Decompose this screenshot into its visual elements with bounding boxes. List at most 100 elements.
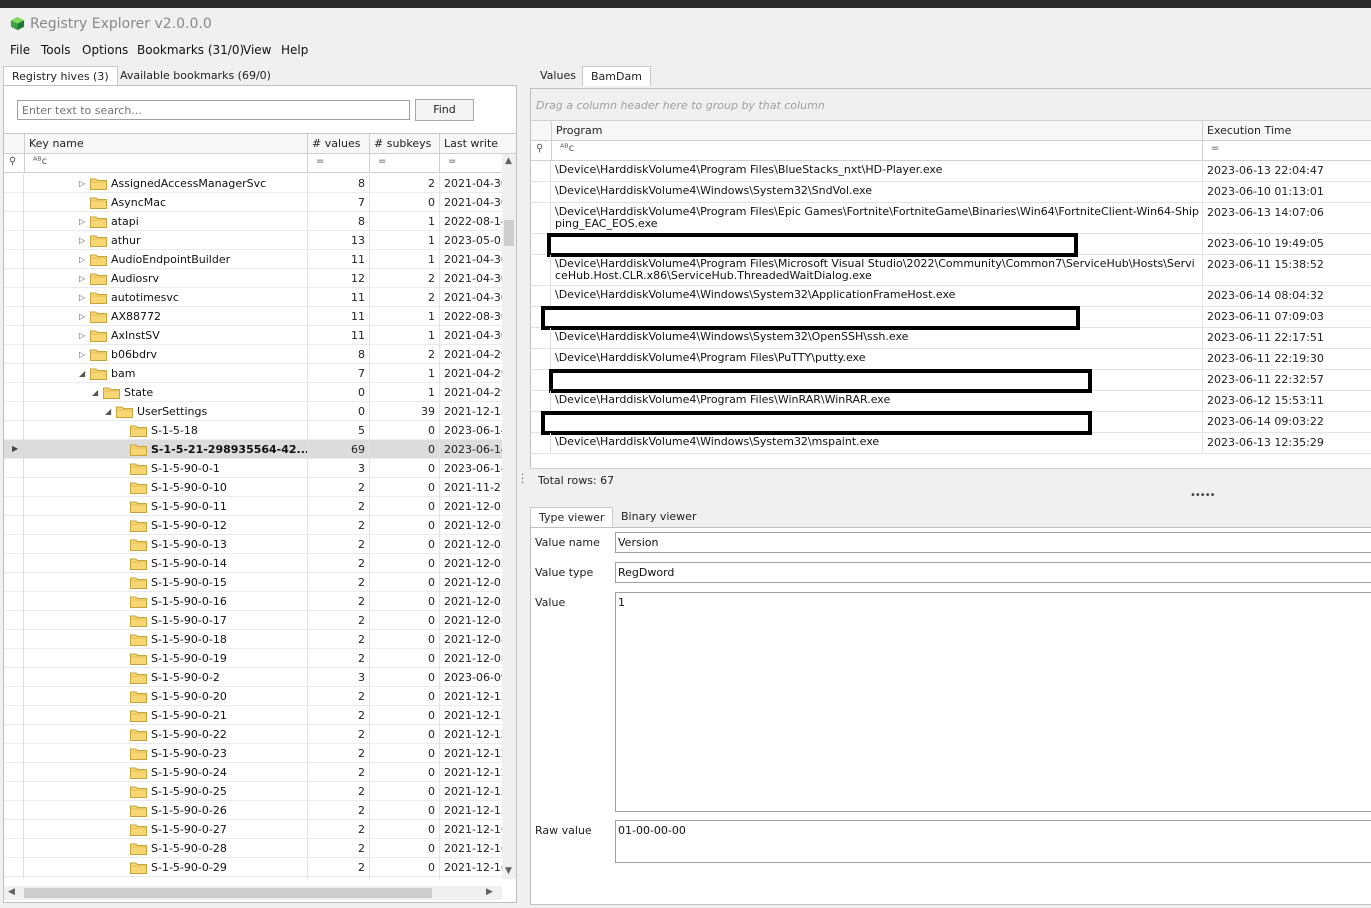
find-button[interactable]: Find xyxy=(415,99,474,121)
horizontal-splitter-grip-icon[interactable]: ••••• xyxy=(1190,490,1215,501)
tree-row[interactable]: ▷ AssignedAccessManagerSvc 8 2 2021-04-30 xyxy=(4,174,502,193)
tree-row[interactable]: ▷ atapi 8 1 2022-08-14 xyxy=(4,212,502,231)
collapse-arrow-icon[interactable]: ◢ xyxy=(79,369,85,378)
value-type-field[interactable]: RegDword xyxy=(615,562,1371,583)
tree-row[interactable]: ▷ autotimesvc 11 2 2021-04-30 xyxy=(4,288,502,307)
filter-key-name[interactable]: ᴬᴮc xyxy=(24,154,307,173)
scroll-right-arrow-icon[interactable]: ▶ xyxy=(486,887,493,897)
bam-filter-pin-icon[interactable]: ⚲ xyxy=(531,141,551,160)
tree-row[interactable]: S-1-5-90-0-23 2 0 2021-12-12 xyxy=(4,744,502,763)
menu-help[interactable]: Help xyxy=(281,43,308,57)
column-values[interactable]: # values xyxy=(307,134,369,154)
bamdam-row[interactable]: \Device\HarddiskVolume4\Windows\System32… xyxy=(531,433,1371,454)
tab-registry-hives[interactable]: Registry hives (3) xyxy=(3,66,118,86)
menu-options[interactable]: Options xyxy=(82,43,128,57)
bamdam-row[interactable]: 2023-06-11 07:09:03 xyxy=(531,306,1371,330)
tree-row[interactable]: S-1-5-90-0-17 2 0 2021-12-08 xyxy=(4,611,502,630)
splitter-grip-icon[interactable]: · · · xyxy=(521,471,524,489)
tree-row[interactable]: S-1-5-90-0-24 2 0 2021-12-12 xyxy=(4,763,502,782)
tab-binary-viewer[interactable]: Binary viewer xyxy=(613,507,704,527)
tree-row[interactable]: AsyncMac 7 0 2021-04-30 xyxy=(4,193,502,212)
tree-row[interactable]: S-1-5-90-0-22 2 0 2021-12-12 xyxy=(4,725,502,744)
tree-row[interactable]: S-1-5-90-0-11 2 0 2021-12-02 xyxy=(4,497,502,516)
expand-arrow-icon[interactable]: ▷ xyxy=(79,179,85,188)
tree-row[interactable]: S-1-5-90-0-3302023-06-10 xyxy=(4,877,502,879)
value-name-field[interactable]: Version xyxy=(615,532,1371,553)
bamdam-row[interactable]: \Device\HarddiskVolume4\Windows\System32… xyxy=(531,286,1371,307)
scroll-up-arrow-icon[interactable]: ▲ xyxy=(505,156,512,166)
expand-arrow-icon[interactable]: ▷ xyxy=(79,255,85,264)
menu-file[interactable]: File xyxy=(10,43,30,57)
filter-execution-time[interactable]: = xyxy=(1202,141,1371,160)
tree-row[interactable]: ▷ AxInstSV 11 1 2021-04-30 xyxy=(4,326,502,345)
tree-row[interactable]: S-1-5-90-0-19 2 0 2021-12-08 xyxy=(4,649,502,668)
tree-hscroll-thumb[interactable] xyxy=(24,888,432,898)
tree-row[interactable]: S-1-5-90-0-1 3 0 2023-06-14 xyxy=(4,459,502,478)
bamdam-row[interactable]: \Device\HarddiskVolume4\Program Files\Ep… xyxy=(531,203,1371,234)
tree-row[interactable]: ▶ S-1-5-21-298935564-42... 69 0 2023-06-14 xyxy=(4,440,502,459)
collapse-arrow-icon[interactable]: ◢ xyxy=(92,388,98,397)
tree-row[interactable]: S-1-5-90-0-27 2 0 2021-12-16 xyxy=(4,820,502,839)
tab-available-bookmarks[interactable]: Available bookmarks (69/0) xyxy=(112,66,279,86)
tree-row[interactable]: S-1-5-90-0-26 2 0 2021-12-13 xyxy=(4,801,502,820)
column-key-name[interactable]: Key name xyxy=(24,134,307,154)
bamdam-row[interactable]: \Device\HarddiskVolume4\Windows\System32… xyxy=(531,182,1371,203)
tree-row[interactable]: ▷ b06bdrv 8 2 2021-04-29 xyxy=(4,345,502,364)
filter-subkeys[interactable]: = xyxy=(369,154,439,173)
tree-row[interactable]: S-1-5-90-0-12 2 0 2021-12-02 xyxy=(4,516,502,535)
bamdam-row[interactable]: 2023-06-11 22:32:57 xyxy=(531,369,1371,393)
tree-row[interactable]: S-1-5-90-0-28 2 0 2021-12-16 xyxy=(4,839,502,858)
bamdam-row[interactable]: \Device\HarddiskVolume4\Program Files\Wi… xyxy=(531,391,1371,412)
scroll-left-arrow-icon[interactable]: ◀ xyxy=(8,887,15,897)
bamdam-row[interactable]: 2023-06-10 19:49:05 xyxy=(531,233,1371,257)
raw-value-field[interactable]: 01-00-00-00 xyxy=(615,820,1371,863)
column-subkeys[interactable]: # subkeys xyxy=(369,134,439,154)
tree-row[interactable]: S-1-5-90-0-20 2 0 2021-12-12 xyxy=(4,687,502,706)
filter-last-write[interactable]: = xyxy=(439,154,502,173)
tab-bamdam[interactable]: BamDam xyxy=(582,66,651,86)
tree-row[interactable]: ◢ State 0 1 2021-04-29 xyxy=(4,383,502,402)
tree-row[interactable]: S-1-5-90-0-15 2 0 2021-12-05 xyxy=(4,573,502,592)
tree-row[interactable]: S-1-5-90-0-14 2 0 2021-12-02 xyxy=(4,554,502,573)
tree-row[interactable]: ▷ AudioEndpointBuilder 11 1 2021-04-30 xyxy=(4,250,502,269)
bamdam-row[interactable]: \Device\HarddiskVolume4\Windows\System32… xyxy=(531,328,1371,349)
expand-arrow-icon[interactable]: ▷ xyxy=(79,312,85,321)
tree-row[interactable]: S-1-5-90-0-16 2 0 2021-12-05 xyxy=(4,592,502,611)
value-field[interactable]: 1 xyxy=(615,592,1371,812)
expand-arrow-icon[interactable]: ▷ xyxy=(79,293,85,302)
tree-row[interactable]: ▷ athur 13 1 2023-05-03 xyxy=(4,231,502,250)
expand-arrow-icon[interactable]: ▷ xyxy=(79,217,85,226)
bamdam-row[interactable]: 2023-06-14 09:03:22 xyxy=(531,411,1371,435)
filter-program[interactable]: ᴬᴮc xyxy=(551,141,1202,160)
expand-arrow-icon[interactable]: ▷ xyxy=(79,274,85,283)
expand-arrow-icon[interactable]: ▷ xyxy=(79,236,85,245)
tree-row[interactable]: ▷ AX88772 11 1 2022-08-30 xyxy=(4,307,502,326)
bamdam-row[interactable]: \Device\HarddiskVolume4\Program Files\Pu… xyxy=(531,349,1371,370)
tree-horizontal-scrollbar[interactable]: ◀ ▶ xyxy=(4,886,502,900)
tree-row[interactable]: S-1-5-90-0-25 2 0 2021-12-12 xyxy=(4,782,502,801)
expand-arrow-icon[interactable]: ▷ xyxy=(79,331,85,340)
scroll-down-arrow-icon[interactable]: ▼ xyxy=(505,866,512,876)
bamdam-row[interactable]: \Device\HarddiskVolume4\Program Files\Bl… xyxy=(531,161,1371,182)
tree-row[interactable]: S-1-5-90-0-10 2 0 2021-11-27 xyxy=(4,478,502,497)
collapse-arrow-icon[interactable]: ◢ xyxy=(105,407,111,416)
tree-row[interactable]: ◢ UserSettings 0 39 2021-12-13 xyxy=(4,402,502,421)
tree-vertical-scrollbar[interactable]: ▲ ▼ xyxy=(502,154,516,879)
column-last-write[interactable]: Last write times xyxy=(439,134,502,154)
search-input[interactable] xyxy=(17,100,410,120)
tree-row[interactable]: S-1-5-18 5 0 2023-06-14 xyxy=(4,421,502,440)
tree-row[interactable]: S-1-5-90-0-18 2 0 2021-12-08 xyxy=(4,630,502,649)
bamdam-row[interactable]: \Device\HarddiskVolume4\Program Files\Mi… xyxy=(531,255,1371,286)
filter-pin-icon[interactable]: ⚲ xyxy=(4,154,24,173)
tab-values[interactable]: Values xyxy=(532,66,584,86)
tab-type-viewer[interactable]: Type viewer xyxy=(530,507,614,527)
tree-row[interactable]: S-1-5-90-0-29 2 0 2021-12-16 xyxy=(4,858,502,877)
menu-tools[interactable]: Tools xyxy=(41,43,71,57)
expand-arrow-icon[interactable]: ▷ xyxy=(79,350,85,359)
column-program[interactable]: Program xyxy=(551,121,1202,141)
group-by-hint[interactable]: Drag a column header here to group by th… xyxy=(531,89,1371,121)
filter-values[interactable]: = xyxy=(307,154,369,173)
tree-vscroll-thumb[interactable] xyxy=(504,220,514,246)
tree-row[interactable]: S-1-5-90-0-13 2 0 2021-12-02 xyxy=(4,535,502,554)
tree-row[interactable]: S-1-5-90-0-21 2 0 2021-12-12 xyxy=(4,706,502,725)
